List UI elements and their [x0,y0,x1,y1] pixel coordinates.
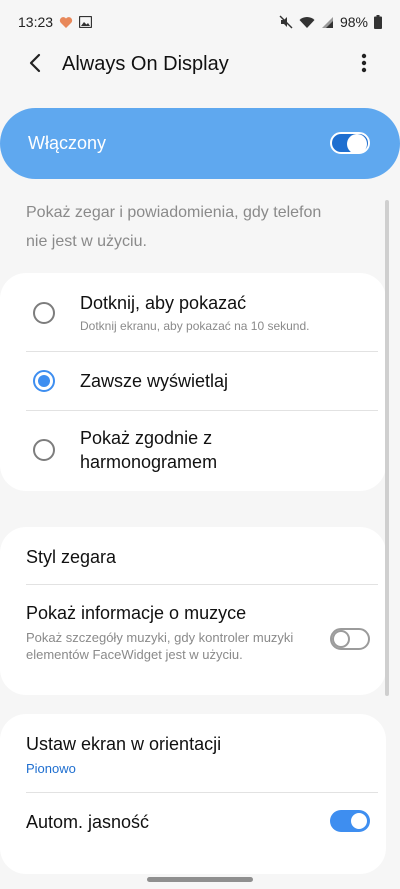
clock-style-item[interactable]: Styl zegara [26,547,116,568]
more-options-button[interactable] [354,52,374,78]
radio-button-selected[interactable] [33,370,55,392]
battery-percent: 98% [339,14,368,30]
signal-icon [321,16,334,29]
divider [26,584,378,585]
music-info-subtitle: Pokaż szczegóły muzyki, gdy kontroler mu… [26,630,294,662]
page-title: Always On Display [62,53,229,75]
clock-time: 13:23 [18,14,54,30]
auto-brightness-toggle[interactable] [330,810,370,832]
battery-icon [374,15,382,29]
master-switch-label: Włączony [28,133,107,153]
heart-icon [59,16,73,29]
feature-description: Pokaż zegar i powiadomienia, gdy telefon… [26,204,322,250]
clock-settings-card: Styl zegara Pokaż informacje o muzyce Po… [0,527,386,695]
option-title: Dotknij, aby pokazać [80,293,247,313]
option-tap-to-show[interactable]: Dotknij, aby pokazać Dotknij ekranu, aby… [0,273,386,351]
wifi-icon [299,16,315,29]
back-button[interactable] [22,52,48,78]
status-bar: 13:23 98% [0,0,400,44]
app-bar: Always On Display [0,44,400,86]
option-always-show[interactable]: Zawsze wyświetlaj [0,352,386,410]
divider [26,792,378,793]
orientation-title[interactable]: Ustaw ekran w orientacji [26,734,221,755]
option-title: Zawsze wyświetlaj [80,371,229,391]
radio-button[interactable] [33,302,55,324]
music-info-toggle[interactable] [330,628,370,650]
option-title: Pokaż zgodnie z harmonogramem [80,428,218,472]
back-arrow-icon [28,53,42,78]
option-subtitle: Dotknij ekranu, aby pokazać na 10 sekund… [80,319,310,333]
master-toggle[interactable] [330,132,370,154]
mute-icon [279,15,293,29]
home-indicator[interactable] [147,877,253,882]
music-info-title[interactable]: Pokaż informacje o muzyce [26,603,246,624]
orientation-value: Pionowo [26,761,76,776]
gallery-icon [79,16,93,28]
option-schedule[interactable]: Pokaż zgodnie z harmonogramem [0,411,386,491]
master-switch-bar[interactable]: Włączony [0,108,400,179]
display-settings-card: Ustaw ekran w orientacji Pionowo Autom. … [0,714,386,874]
auto-brightness-title[interactable]: Autom. jasność [26,812,149,833]
more-options-icon [361,53,367,78]
radio-button[interactable] [33,439,55,461]
scrollbar[interactable] [385,200,389,696]
display-mode-card: Dotknij, aby pokazać Dotknij ekranu, aby… [0,273,386,491]
